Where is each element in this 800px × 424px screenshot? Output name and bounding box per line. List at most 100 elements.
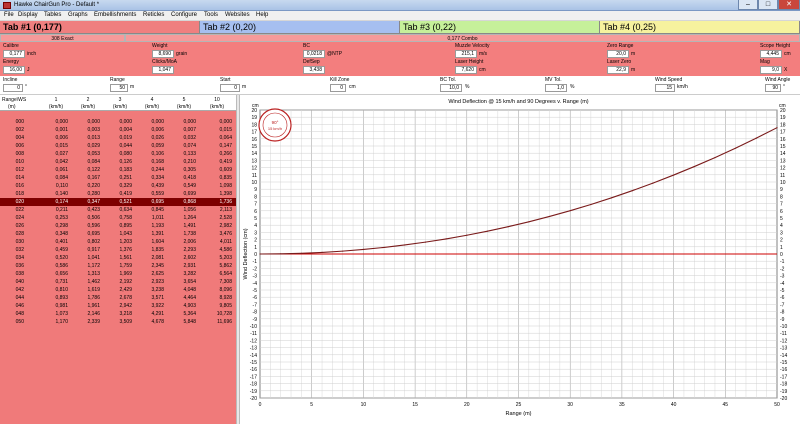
minimize-button[interactable]: –: [738, 0, 758, 10]
maximize-button[interactable]: □: [758, 0, 778, 10]
header-col-5[interactable]: 5: [168, 97, 200, 103]
table-row[interactable]: 038 0,656 1,313 1,969 2,625 3,282 6,564: [0, 270, 236, 278]
range-cell: 026: [15, 223, 24, 229]
calibre-field[interactable]: 0,177: [3, 50, 25, 58]
unit-range: (m): [8, 104, 16, 110]
kill-zone-field[interactable]: 0: [330, 84, 346, 92]
deflection-cell: 6,564: [219, 271, 232, 277]
bc-tol-field[interactable]: 10,0: [440, 84, 462, 92]
table-row[interactable]: 004 0,006 0,013 0,019 0,026 0,032 0,064: [0, 134, 236, 142]
table-row[interactable]: 026 0,298 0,596 0,895 1,193 1,491 2,982: [0, 222, 236, 230]
table-row[interactable]: 018 0,140 0,280 0,419 0,559 0,699 1,398: [0, 190, 236, 198]
y-tick-label-left: 18: [251, 122, 257, 128]
laser-height-field[interactable]: 7,620: [455, 66, 477, 74]
menu-embellishments[interactable]: Embellishments: [94, 12, 136, 18]
header-range[interactable]: Range\WS: [2, 97, 28, 103]
deflection-cell: 0,329: [119, 183, 132, 189]
y-tick-label-left: -6: [253, 295, 258, 301]
tab-4[interactable]: Tab #4 (0,25): [600, 21, 800, 34]
table-row[interactable]: 042 0,810 1,619 2,429 3,238 4,048 8,096: [0, 286, 236, 294]
header-col-1[interactable]: 1: [40, 97, 72, 103]
bc-field[interactable]: 0,0218: [303, 50, 325, 58]
deflection-point: [259, 253, 261, 255]
preset-strip-right[interactable]: 0,177 Combo: [125, 34, 800, 42]
table-row[interactable]: 028 0,348 0,695 1,043 1,391 1,738 3,476: [0, 230, 236, 238]
table-row[interactable]: 006 0,015 0,029 0,044 0,059 0,074 0,147: [0, 142, 236, 150]
preset-strip-left[interactable]: 308 Exact: [0, 34, 125, 42]
weight-field[interactable]: 8,690: [152, 50, 174, 58]
menu-help[interactable]: Help: [256, 12, 268, 18]
zero-range-field[interactable]: 20,0: [607, 50, 629, 58]
table-row[interactable]: 016 0,110 0,220 0,329 0,439 0,549 1,098: [0, 182, 236, 190]
deflection-cell: 0,520: [55, 255, 68, 261]
incline-label: Incline: [3, 77, 18, 83]
bc-tol-label: BC Tol.: [440, 77, 457, 83]
close-button[interactable]: ✕: [778, 0, 800, 10]
table-row[interactable]: 014 0,084 0,167 0,251 0,334 0,418 0,835: [0, 174, 236, 182]
table-row[interactable]: 022 0,211 0,423 0,634 0,845 1,056 2,113: [0, 206, 236, 214]
table-row[interactable]: 024 0,253 0,506 0,758 1,011 1,264 2,528: [0, 214, 236, 222]
unit-col-2: (km/h): [80, 104, 96, 110]
laser-zero-field[interactable]: 22,9: [607, 66, 629, 74]
table-row[interactable]: 012 0,061 0,122 0,183 0,244 0,305 0,609: [0, 166, 236, 174]
range-cell: 048: [15, 311, 24, 317]
table-row[interactable]: 032 0,459 0,917 1,376 1,835 2,293 4,586: [0, 246, 236, 254]
muzzle-velocity-field[interactable]: 215,1: [455, 50, 477, 58]
start-field[interactable]: 0: [220, 84, 240, 92]
clicks-moa-field[interactable]: 1,047: [152, 66, 174, 74]
deflection-table[interactable]: 000 0,000 0,000 0,000 0,000 0,000 0,000 002 0,00…: [0, 111, 236, 424]
menu-display[interactable]: Display: [18, 12, 38, 18]
table-row[interactable]: 050 1,170 2,339 3,509 4,678 5,848 11,696: [0, 318, 236, 326]
header-col-4[interactable]: 4: [136, 97, 168, 103]
table-row[interactable]: 002 0,001 0,003 0,004 0,006 0,007 0,015: [0, 126, 236, 134]
table-row[interactable]: 046 0,981 1,961 2,942 3,922 4,903 9,805: [0, 302, 236, 310]
x-tick-label: 5: [310, 402, 313, 408]
menu-websites[interactable]: Websites: [225, 12, 250, 18]
wind-angle-field[interactable]: 90: [765, 84, 781, 92]
range-cell: 040: [15, 279, 24, 285]
table-row[interactable]: 048 1,073 2,146 3,218 4,291 5,364 10,728: [0, 310, 236, 318]
table-row[interactable]: 034 0,520 1,041 1,561 2,081 2,602 5,203: [0, 254, 236, 262]
mv-tol-field[interactable]: 1,0: [545, 84, 567, 92]
menu-reticles[interactable]: Reticles: [143, 12, 164, 18]
y-tick-label-left: -2: [253, 266, 258, 272]
table-row[interactable]: 036 0,586 1,172 1,759 2,345 2,931 5,862: [0, 262, 236, 270]
menu-graphs[interactable]: Graphs: [68, 12, 88, 18]
scope-height-field[interactable]: 4,445: [760, 50, 782, 58]
bc-unit: @NTP: [327, 51, 343, 57]
table-row[interactable]: 020 0,174 0,347 0,521 0,695 0,868 1,736: [0, 198, 236, 206]
table-row[interactable]: 008 0,027 0,053 0,080 0,106 0,133 0,266: [0, 150, 236, 158]
mag-field[interactable]: 9,0: [760, 66, 782, 74]
menu-configure[interactable]: Configure: [171, 12, 197, 18]
y-tick-label-right: 11: [780, 173, 785, 179]
deflection-cell: 1,264: [183, 215, 196, 221]
table-row[interactable]: 010 0,042 0,084 0,126 0,168 0,210 0,419: [0, 158, 236, 166]
tab-1[interactable]: Tab #1 (0,177): [0, 21, 200, 34]
y-tick-label-left: -15: [250, 360, 257, 366]
deflection-cell: 0,596: [87, 223, 100, 229]
table-row[interactable]: 000 0,000 0,000 0,000 0,000 0,000 0,000: [0, 118, 236, 126]
wind-speed-field[interactable]: 15: [655, 84, 675, 92]
table-row[interactable]: 030 0,401 0,802 1,203 1,604 2,006 4,011: [0, 238, 236, 246]
tab-2[interactable]: Tab #2 (0,20): [200, 21, 400, 34]
deflection-cell: 2,931: [183, 263, 196, 269]
header-col-3[interactable]: 3: [104, 97, 136, 103]
header-col-10[interactable]: 10: [200, 97, 234, 103]
range-cell: 016: [15, 183, 24, 189]
deflection-point: [652, 182, 654, 184]
y-tick-label-left: 4: [254, 223, 257, 229]
incline-field[interactable]: 0: [3, 84, 23, 92]
y-tick-label-left: 19: [251, 115, 257, 121]
wind-angle-readout: 90°: [272, 120, 279, 125]
menu-tables[interactable]: Tables: [44, 12, 61, 18]
range-field[interactable]: 50: [110, 84, 128, 92]
menu-tools[interactable]: Tools: [204, 12, 218, 18]
energy-field[interactable]: 16,00: [3, 66, 25, 74]
deflection-cell: 0,140: [55, 191, 68, 197]
tab-3[interactable]: Tab #3 (0,22): [400, 21, 600, 34]
header-col-2[interactable]: 2: [72, 97, 104, 103]
table-row[interactable]: 040 0,731 1,462 2,192 2,923 3,654 7,308: [0, 278, 236, 286]
table-row[interactable]: 044 0,893 1,786 2,678 3,571 4,464 8,928: [0, 294, 236, 302]
sd-field[interactable]: 3,438: [303, 66, 325, 74]
menu-file[interactable]: File: [4, 12, 14, 18]
